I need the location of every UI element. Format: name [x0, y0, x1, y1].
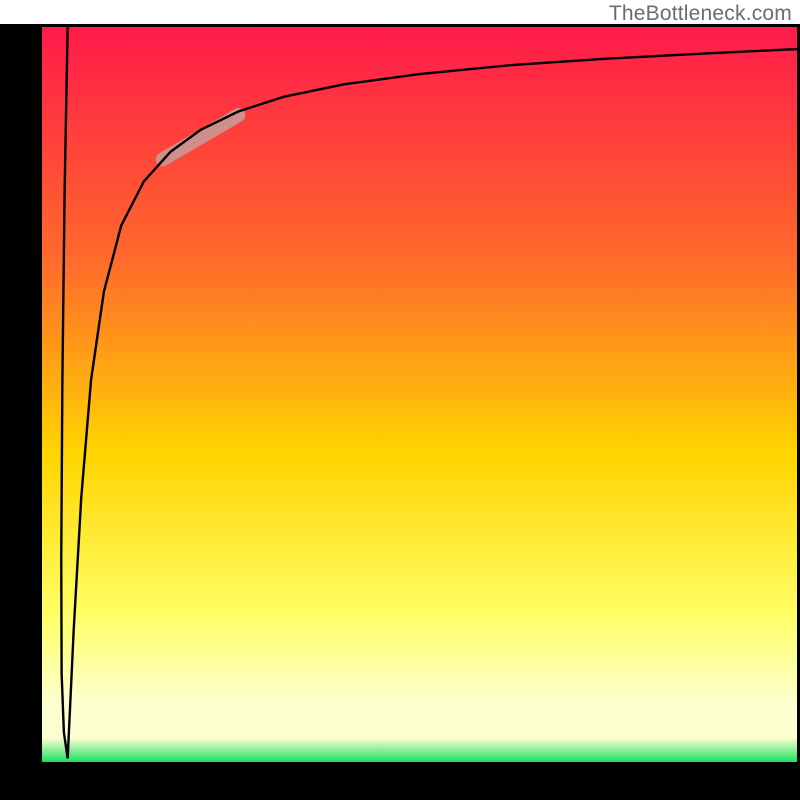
bottleneck-curve [42, 27, 797, 762]
axis-left [0, 24, 42, 776]
curve-highlight [163, 115, 239, 159]
curve-left-drop [61, 27, 67, 758]
axis-bottom [0, 762, 800, 800]
plot-area [42, 27, 797, 762]
watermark-text: TheBottleneck.com [609, 2, 792, 26]
